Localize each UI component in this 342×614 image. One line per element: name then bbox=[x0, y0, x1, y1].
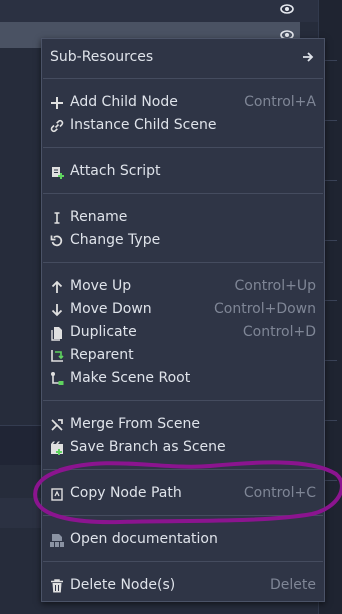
arrow-up-icon bbox=[51, 280, 63, 293]
menu-item-label: Move Down bbox=[70, 301, 152, 317]
menu-item-open-documentation[interactable]: Open documentation bbox=[42, 528, 324, 551]
menu-item-label: Move Up bbox=[70, 278, 132, 294]
duplicate-icon bbox=[51, 327, 62, 341]
menu-item-sub-resources[interactable]: Sub-Resources bbox=[42, 46, 324, 69]
merge-icon bbox=[51, 419, 63, 431]
menu-separator bbox=[43, 469, 323, 470]
menu-item-merge-from-scene[interactable]: Merge From Scene bbox=[42, 413, 324, 436]
menu-separator bbox=[43, 193, 323, 194]
menu-item-attach-script[interactable]: Attach Script bbox=[42, 160, 324, 183]
shortcut-label: Control+Down bbox=[213, 301, 316, 317]
shortcut-label: Control+D bbox=[242, 324, 316, 340]
menu-item-label: Copy Node Path bbox=[70, 485, 182, 501]
text-cursor-icon bbox=[54, 212, 60, 224]
menu-item-label: Attach Script bbox=[70, 163, 161, 179]
menu-separator bbox=[43, 400, 323, 401]
menu-item-instance-child-scene[interactable]: Instance Child Scene bbox=[42, 114, 324, 137]
menu-item-change-type[interactable]: Change Type bbox=[42, 229, 324, 252]
menu-item-label: Open documentation bbox=[70, 531, 218, 547]
menu-item-label: Add Child Node bbox=[70, 94, 178, 110]
help-doc-icon bbox=[50, 534, 64, 547]
plus-icon bbox=[51, 97, 63, 109]
shortcut-label: Control+C bbox=[243, 485, 316, 501]
arrow-right-icon bbox=[303, 52, 314, 62]
menu-item-move-down[interactable]: Move Down Control+Down bbox=[42, 298, 324, 321]
menu-item-label: Rename bbox=[70, 209, 128, 225]
shortcut-label: Control+Up bbox=[234, 278, 316, 294]
scene-tree-context-menu: Sub-Resources Add Child Node Control+A I… bbox=[41, 38, 325, 602]
reparent-icon bbox=[51, 350, 64, 362]
menu-item-make-scene-root[interactable]: Make Scene Root bbox=[42, 367, 324, 390]
menu-item-label: Delete Node(s) bbox=[70, 577, 176, 593]
menu-item-reparent[interactable]: Reparent bbox=[42, 344, 324, 367]
trash-icon bbox=[51, 579, 63, 593]
menu-item-label: Change Type bbox=[70, 232, 161, 248]
save-scene-icon bbox=[51, 441, 63, 455]
menu-item-copy-node-path[interactable]: Copy Node Path Control+C bbox=[42, 482, 324, 505]
menu-separator bbox=[43, 515, 323, 516]
menu-item-save-branch-as-scene[interactable]: Save Branch as Scene bbox=[42, 436, 324, 459]
visibility-eye-icon[interactable] bbox=[280, 2, 294, 16]
script-add-icon bbox=[52, 167, 64, 179]
menu-item-label: Instance Child Scene bbox=[70, 117, 217, 133]
menu-separator bbox=[43, 147, 323, 148]
menu-item-label: Duplicate bbox=[70, 324, 137, 340]
menu-item-label: Merge From Scene bbox=[70, 416, 200, 432]
menu-item-label: Save Branch as Scene bbox=[70, 439, 226, 455]
menu-item-label: Make Scene Root bbox=[70, 370, 191, 386]
menu-item-label: Reparent bbox=[70, 347, 134, 363]
scene-root-icon bbox=[51, 372, 64, 385]
menu-item-label: Sub-Resources bbox=[50, 49, 154, 65]
menu-separator bbox=[43, 78, 323, 79]
menu-item-move-up[interactable]: Move Up Control+Up bbox=[42, 275, 324, 298]
rotate-icon bbox=[50, 235, 63, 247]
menu-item-duplicate[interactable]: Duplicate Control+D bbox=[42, 321, 324, 344]
menu-item-delete-nodes[interactable]: Delete Node(s) Delete bbox=[42, 574, 324, 597]
menu-separator bbox=[43, 561, 323, 562]
menu-item-rename[interactable]: Rename bbox=[42, 206, 324, 229]
menu-separator bbox=[43, 262, 323, 263]
arrow-down-icon bbox=[51, 304, 63, 317]
shortcut-label: Delete bbox=[270, 577, 316, 593]
link-icon bbox=[50, 119, 64, 133]
menu-item-add-child-node[interactable]: Add Child Node Control+A bbox=[42, 91, 324, 114]
copy-path-icon bbox=[51, 488, 63, 501]
shortcut-label: Control+A bbox=[244, 94, 316, 110]
editor-toolbar-strip bbox=[0, 0, 318, 22]
